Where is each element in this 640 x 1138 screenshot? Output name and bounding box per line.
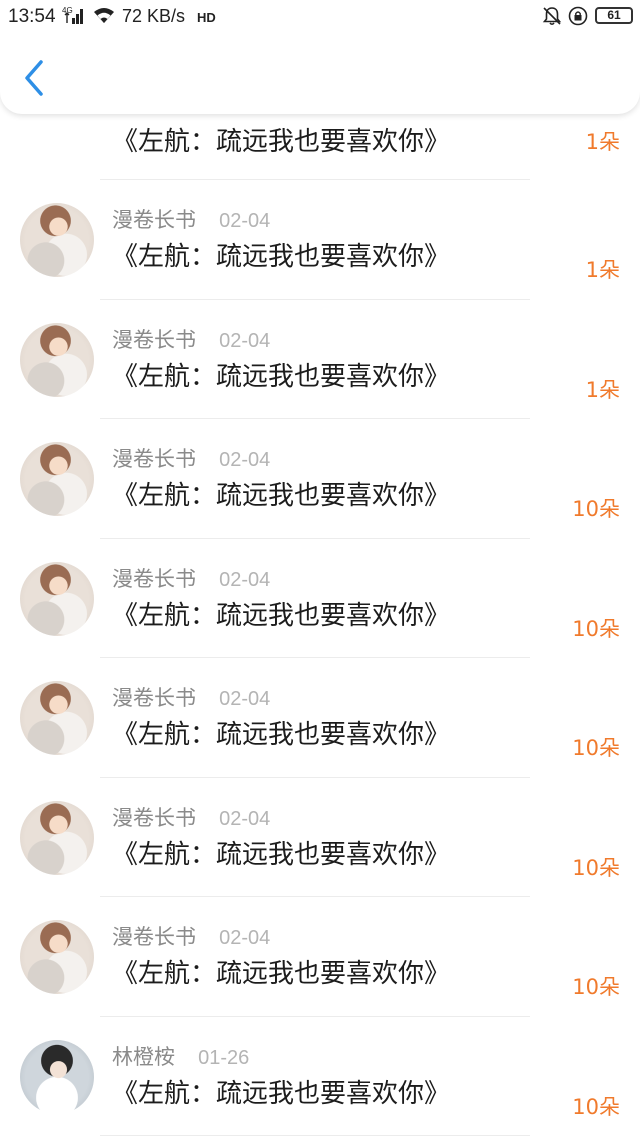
header-bar [0,34,640,114]
flower-count: 10朵 [572,1094,620,1119]
network-speed: 72 KB/s [122,6,186,26]
avatar[interactable] [20,561,94,636]
book-title[interactable]: 《左航：疏远我也要喜欢你》 [112,236,450,273]
wifi-icon [94,8,114,23]
book-title[interactable]: 《左航：疏远我也要喜欢你》 [112,121,450,158]
status-bar: 13:54 4G 72 KB/s HD 61 [0,0,640,34]
flower-count: 10朵 [572,736,620,760]
flower-count: 10朵 [572,975,620,999]
flower-count: 1朵 [585,377,620,402]
book-title[interactable]: 《左航：疏远我也要喜欢你》 [112,953,450,990]
status-time: 13:54 [8,6,56,27]
list-item[interactable]: 漫卷长书 02-04 《左航：疏远我也要喜欢你》 10朵 [0,419,640,539]
rotation-lock-icon [568,6,588,26]
avatar[interactable] [20,800,94,875]
list-item[interactable]: 漫卷长书 02-04 《左航：疏远我也要喜欢你》 1朵 [0,300,640,419]
avatar[interactable] [20,1039,94,1114]
flower-count: 10朵 [572,855,620,880]
list-item[interactable]: 漫卷长书 02-04 《左航：疏远我也要喜欢你》 10朵 [0,778,640,897]
book-title[interactable]: 《左航：疏远我也要喜欢你》 [112,475,450,512]
post-date: 01-26 [198,1046,250,1069]
book-title[interactable]: 《左航：疏远我也要喜欢你》 [112,356,450,393]
post-date: 02-04 [219,688,271,710]
avatar[interactable] [20,920,94,994]
post-date: 02-04 [219,568,271,591]
list-item[interactable]: 漫卷长书 02-04 《左航：疏远我也要喜欢你》 10朵 [0,539,640,658]
user-name[interactable]: 漫卷长书 [112,925,196,949]
avatar[interactable] [20,322,94,397]
item-meta: 漫卷长书 02-04 [112,204,270,234]
user-name[interactable]: 林橙桉 [112,1045,175,1069]
book-title[interactable]: 《左航：疏远我也要喜欢你》 [112,834,450,871]
item-meta: 漫卷长书 02-04 [112,324,270,354]
user-name[interactable]: 漫卷长书 [112,447,196,471]
avatar[interactable] [20,442,94,516]
hd-label: HD [197,10,216,25]
item-meta: 漫卷长书 02-04 [112,802,270,832]
hd-voice-icon: HD [197,10,216,25]
avatar[interactable] [20,203,94,277]
flower-count: 10朵 [572,616,620,641]
battery-indicator: 61 [595,7,633,24]
item-meta: 漫卷长书 02-04 [112,682,270,712]
item-meta: 漫卷长书 02-04 [112,563,270,593]
chevron-left-icon[interactable] [16,56,52,100]
list-item[interactable]: 漫卷长书 02-04 《左航：疏远我也要喜欢你》 10朵 [0,897,640,1017]
post-date: 02-04 [219,210,271,232]
list-item[interactable]: 漫卷长书 02-04 《左航：疏远我也要喜欢你》 10朵 [0,658,640,778]
book-title[interactable]: 《左航：疏远我也要喜欢你》 [112,714,450,751]
bell-muted-icon [542,7,562,26]
avatar[interactable] [20,681,94,755]
item-meta: 漫卷长书 02-04 [112,921,270,951]
cellular-signal-icon: 4G [62,6,83,24]
post-date: 02-04 [219,807,271,830]
user-name[interactable]: 漫卷长书 [112,208,196,232]
post-date: 02-04 [219,449,271,471]
item-meta: 林橙桉 01-26 [112,1041,249,1071]
flower-count: 1朵 [585,130,620,154]
gift-record-list: 《左航：疏远我也要喜欢你》 1朵 漫卷长书 02-04 《左航：疏远我也要喜欢你… [0,37,640,1136]
divider [100,1135,530,1136]
list-item[interactable]: 漫卷长书 02-04 《左航：疏远我也要喜欢你》 1朵 [0,180,640,300]
screen: 13:54 4G 72 KB/s HD 61 《左航：疏远我也要喜欢你》 1朵 … [0,0,640,1138]
user-name[interactable]: 漫卷长书 [112,328,196,352]
user-name[interactable]: 漫卷长书 [112,686,196,710]
user-name[interactable]: 漫卷长书 [112,567,196,591]
book-title[interactable]: 《左航：疏远我也要喜欢你》 [112,595,450,632]
book-title[interactable]: 《左航：疏远我也要喜欢你》 [112,1073,450,1110]
post-date: 02-04 [219,927,271,949]
post-date: 02-04 [219,329,271,352]
list-item[interactable]: 林橙桉 01-26 《左航：疏远我也要喜欢你》 10朵 [0,1017,640,1136]
flower-count: 1朵 [585,258,620,282]
user-name[interactable]: 漫卷长书 [112,806,196,830]
flower-count: 10朵 [572,497,620,521]
item-meta: 漫卷长书 02-04 [112,443,270,473]
